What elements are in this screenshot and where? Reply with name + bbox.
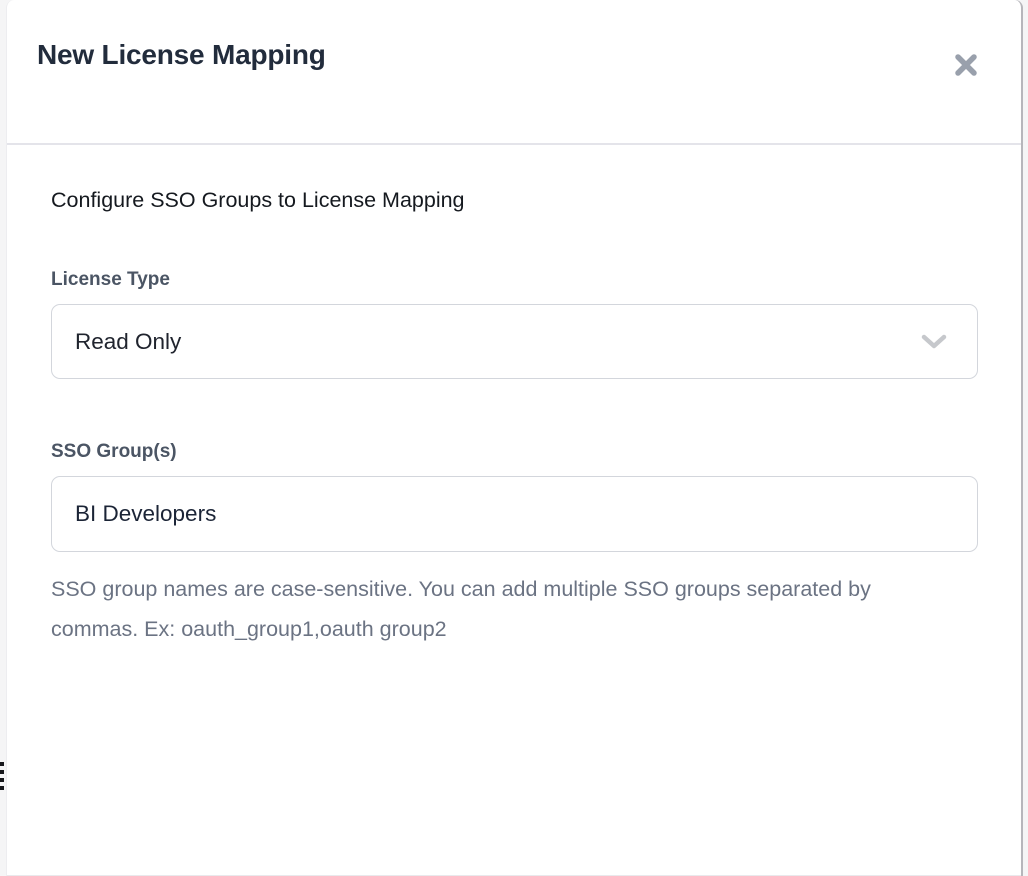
sso-groups-field: SSO Group(s) SSO group names are case-se… xyxy=(51,441,971,649)
license-type-field: License Type Read Only xyxy=(51,269,971,379)
sso-groups-label: SSO Group(s) xyxy=(51,441,971,463)
menu-bar-fragment xyxy=(0,786,4,790)
sso-groups-help-text: SSO group names are case-sensitive. You … xyxy=(51,569,883,649)
license-type-select[interactable]: Read Only xyxy=(51,304,978,379)
sso-groups-input[interactable] xyxy=(51,476,978,552)
new-license-mapping-dialog: New License Mapping Configure SSO Groups… xyxy=(6,0,1023,876)
background-menu-icon-fragment xyxy=(0,762,4,790)
page: New License Mapping Configure SSO Groups… xyxy=(0,0,1028,876)
close-button[interactable] xyxy=(949,48,983,82)
menu-bar-fragment xyxy=(0,762,4,766)
dialog-title: New License Mapping xyxy=(37,39,326,71)
menu-bar-fragment xyxy=(0,778,4,782)
license-type-selected-value: Read Only xyxy=(75,329,181,355)
dialog-description: Configure SSO Groups to License Mapping xyxy=(51,188,971,213)
dialog-header: New License Mapping xyxy=(7,0,1021,145)
chevron-down-icon xyxy=(921,333,947,351)
menu-bar-fragment xyxy=(0,770,4,774)
close-icon xyxy=(952,51,980,79)
dialog-body: Configure SSO Groups to License Mapping … xyxy=(7,145,1021,649)
license-type-label: License Type xyxy=(51,269,971,291)
